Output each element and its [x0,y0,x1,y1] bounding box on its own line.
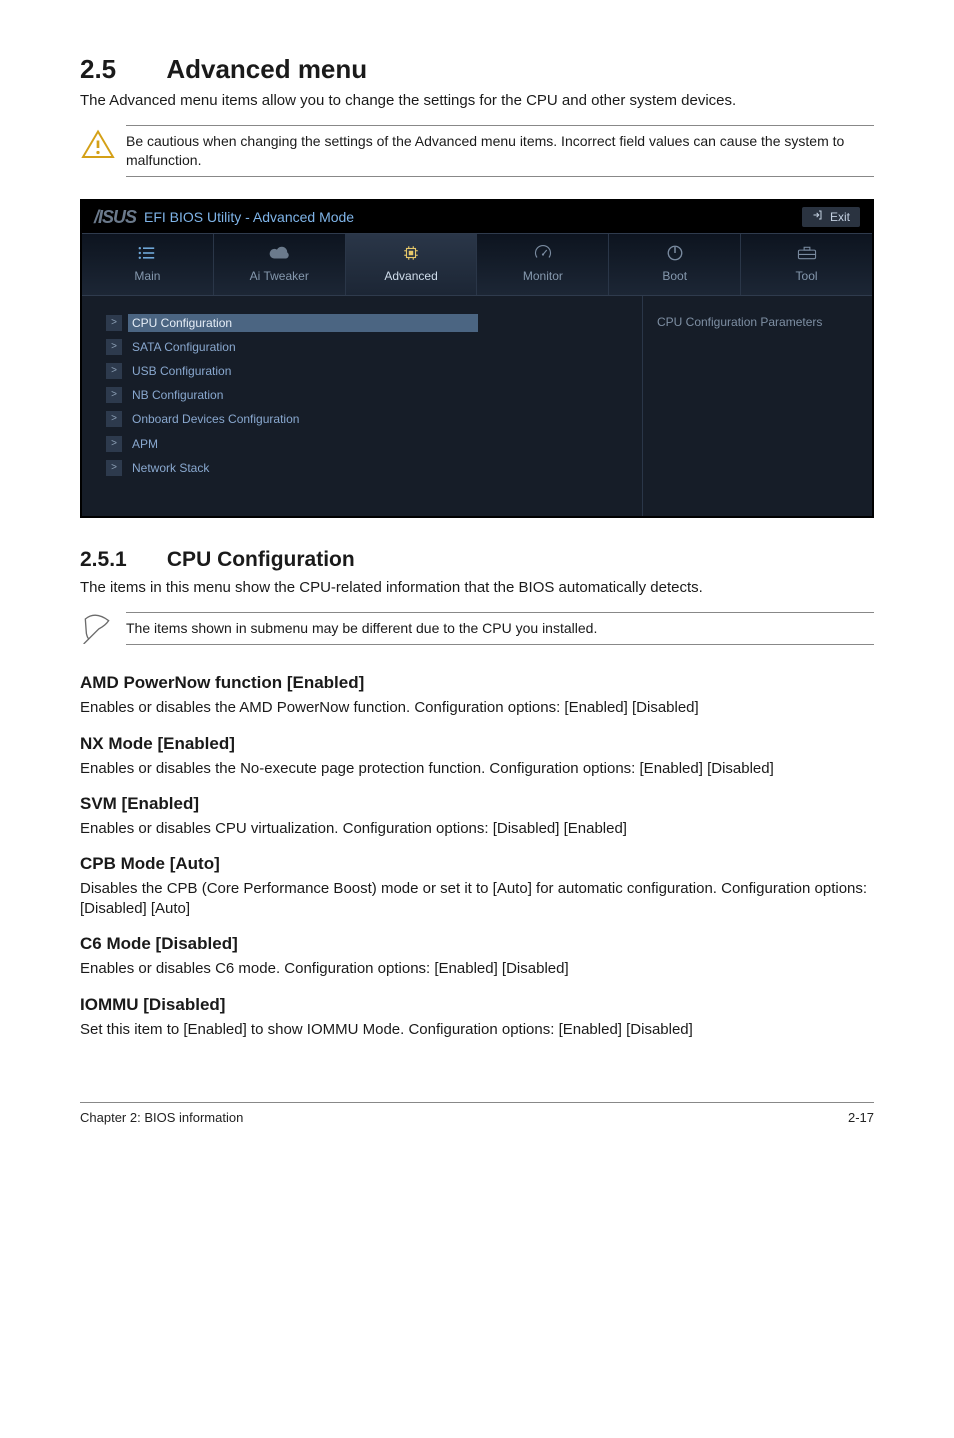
tab-boot-label: Boot [609,268,740,284]
cloud-icon [214,242,345,264]
page-footer: Chapter 2: BIOS information 2-17 [80,1102,874,1127]
option-heading-c6: C6 Mode [Disabled] [80,933,874,956]
option-heading-powernow: AMD PowerNow function [Enabled] [80,672,874,695]
menu-usb-configuration[interactable]: > USB Configuration [106,362,622,380]
footer-page: 2-17 [848,1109,874,1127]
tab-monitor-label: Monitor [477,268,608,284]
subsection-title: CPU Configuration [167,546,355,574]
exit-button[interactable]: Exit [802,207,860,227]
menu-sata-configuration[interactable]: > SATA Configuration [106,338,622,356]
option-desc-nx: Enables or disables the No-execute page … [80,759,874,779]
menu-label: Onboard Devices Configuration [128,410,303,428]
warning-callout: Be cautious when changing the settings o… [80,125,874,177]
footer-chapter: Chapter 2: BIOS information [80,1109,243,1127]
tab-ai-tweaker[interactable]: Ai Tweaker [214,234,346,294]
menu-onboard-devices[interactable]: > Onboard Devices Configuration [106,410,622,428]
section-title: Advanced menu [166,52,367,87]
option-heading-svm: SVM [Enabled] [80,793,874,816]
chevron-right-icon: > [106,315,122,331]
bios-help-panel: CPU Configuration Parameters [642,296,872,516]
section-number: 2.5 [80,52,116,87]
bios-help-text: CPU Configuration Parameters [657,314,858,330]
option-desc-svm: Enables or disables CPU virtualization. … [80,819,874,839]
option-heading-iommu: IOMMU [Disabled] [80,994,874,1017]
power-icon [609,242,740,264]
asus-logo: /ISUS [94,205,136,229]
exit-icon [812,209,824,225]
bios-tab-bar: Main Ai Tweaker Advanced Monitor Boot To… [82,233,872,295]
tab-tool[interactable]: Tool [741,234,872,294]
tab-main-label: Main [82,268,213,284]
bios-screenshot: /ISUS EFI BIOS Utility - Advanced Mode E… [80,199,874,517]
menu-label: USB Configuration [128,362,235,380]
section-intro: The Advanced menu items allow you to cha… [80,91,874,111]
subsection-number: 2.5.1 [80,546,127,574]
tab-advanced-label: Advanced [346,268,477,284]
tab-monitor[interactable]: Monitor [477,234,609,294]
tab-tweaker-label: Ai Tweaker [214,268,345,284]
subsection-intro: The items in this menu show the CPU-rela… [80,578,874,598]
menu-apm[interactable]: > APM [106,435,622,453]
subsection-heading: 2.5.1 CPU Configuration [80,546,874,574]
list-icon [82,242,213,264]
option-desc-cpb: Disables the CPB (Core Performance Boost… [80,879,874,920]
chevron-right-icon: > [106,411,122,427]
menu-network-stack[interactable]: > Network Stack [106,459,622,477]
gauge-icon [477,242,608,264]
warning-text: Be cautious when changing the settings o… [126,125,874,177]
bios-main-area: > CPU Configuration > SATA Configuration >… [82,296,872,516]
menu-label: APM [128,435,162,453]
option-desc-powernow: Enables or disables the AMD PowerNow fun… [80,698,874,718]
tab-tool-label: Tool [741,268,872,284]
option-heading-cpb: CPB Mode [Auto] [80,853,874,876]
menu-label: CPU Configuration [128,314,478,332]
tab-advanced[interactable]: Advanced [346,234,478,294]
tab-main[interactable]: Main [82,234,214,294]
menu-label: NB Configuration [128,386,227,404]
bios-menu-list: > CPU Configuration > SATA Configuration >… [82,296,642,516]
chevron-right-icon: > [106,460,122,476]
chevron-right-icon: > [106,387,122,403]
option-heading-nx: NX Mode [Enabled] [80,733,874,756]
menu-cpu-configuration[interactable]: > CPU Configuration [106,314,622,332]
note-icon [80,612,126,650]
section-heading: 2.5 Advanced menu [80,52,874,87]
chevron-right-icon: > [106,339,122,355]
option-desc-c6: Enables or disables C6 mode. Configurati… [80,959,874,979]
toolbox-icon [741,242,872,264]
menu-label: Network Stack [128,459,213,477]
menu-label: SATA Configuration [128,338,240,356]
note-text: The items shown in submenu may be differ… [126,612,874,645]
exit-label: Exit [830,209,850,225]
note-callout: The items shown in submenu may be differ… [80,612,874,650]
option-desc-iommu: Set this item to [Enabled] to show IOMMU… [80,1020,874,1040]
warning-icon [80,125,126,169]
chip-icon [346,242,477,264]
bios-title: EFI BIOS Utility - Advanced Mode [144,208,354,227]
bios-top-bar: /ISUS EFI BIOS Utility - Advanced Mode E… [82,201,872,233]
chevron-right-icon: > [106,363,122,379]
chevron-right-icon: > [106,436,122,452]
tab-boot[interactable]: Boot [609,234,741,294]
menu-nb-configuration[interactable]: > NB Configuration [106,386,622,404]
